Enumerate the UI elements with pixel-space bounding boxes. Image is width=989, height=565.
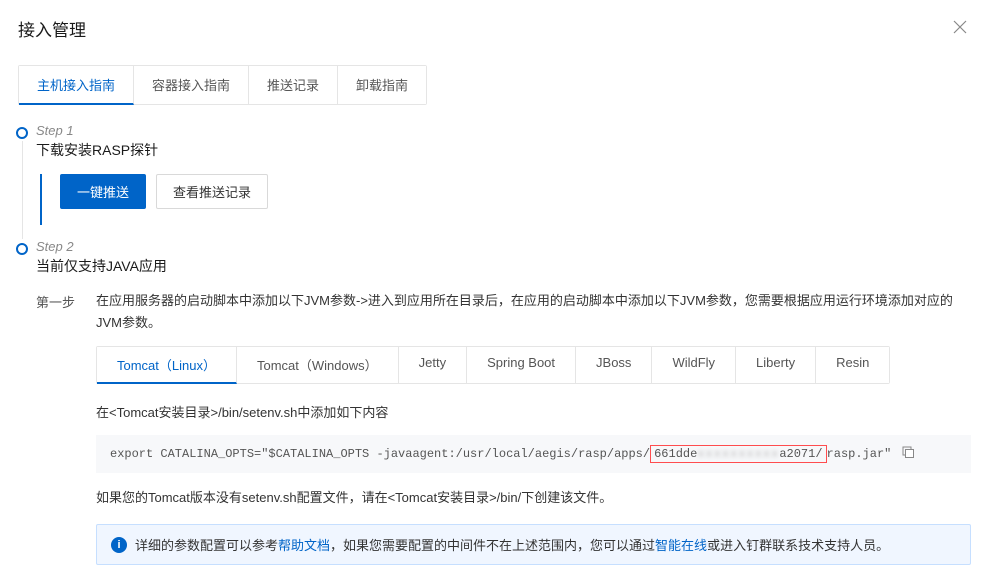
banner-text-after: 或进入钉群联系技术支持人员。	[707, 538, 889, 553]
step-1-title: Step 1	[36, 123, 971, 138]
tab-spring-boot[interactable]: Spring Boot	[467, 347, 576, 383]
info-banner: i 详细的参数配置可以参考帮助文档，如果您需要配置的中间件不在上述范围内，您可以…	[96, 524, 971, 565]
jvm-description: 在应用服务器的启动脚本中添加以下JVM参数->进入到应用所在目录后，在应用的启动…	[96, 290, 971, 334]
tab-tomcat-windows[interactable]: Tomcat（Windows）	[237, 347, 399, 383]
server-tabs: Tomcat（Linux） Tomcat（Windows） Jetty Spri…	[96, 346, 890, 384]
step-marker-icon	[16, 243, 28, 255]
step-marker-icon	[16, 127, 28, 139]
setenv-note: 如果您的Tomcat版本没有setenv.sh配置文件，请在<Tomcat安装目…	[96, 487, 971, 506]
banner-text-before: 详细的参数配置可以参考	[135, 538, 278, 553]
banner-text-mid: ，如果您需要配置的中间件不在上述范围内，您可以通过	[330, 538, 655, 553]
tab-jboss[interactable]: JBoss	[576, 347, 652, 383]
view-push-log-button[interactable]: 查看推送记录	[156, 174, 268, 209]
modal-title: 接入管理	[18, 16, 86, 41]
push-button[interactable]: 一键推送	[60, 174, 146, 209]
tab-tomcat-linux[interactable]: Tomcat（Linux）	[97, 347, 237, 384]
step-connector	[22, 141, 23, 239]
tab-uninstall-guide[interactable]: 卸载指南	[338, 66, 426, 104]
code-prefix: export CATALINA_OPTS="$CATALINA_OPTS -ja…	[110, 447, 650, 461]
tab-push-log[interactable]: 推送记录	[249, 66, 338, 104]
step-2-subtitle: 当前仅支持JAVA应用	[36, 256, 971, 276]
redacted-segment: 661ddexxxxxxxxxxa2071/	[650, 445, 826, 463]
smart-online-link[interactable]: 智能在线	[655, 538, 707, 553]
code-suffix: rasp.jar"	[827, 447, 892, 461]
tab-wildfly[interactable]: WildFly	[652, 347, 736, 383]
close-icon[interactable]	[949, 14, 971, 43]
code-block: export CATALINA_OPTS="$CATALINA_OPTS -ja…	[96, 435, 971, 473]
redact-blur: xxxxxxxxxx	[697, 447, 779, 461]
step-1-subtitle: 下载安装RASP探针	[36, 140, 971, 160]
step-1: Step 1 下载安装RASP探针 一键推送 查看推送记录	[18, 123, 971, 225]
tab-resin[interactable]: Resin	[816, 347, 889, 383]
setenv-instruction: 在<Tomcat安装目录>/bin/setenv.sh中添加如下内容	[96, 402, 971, 421]
tab-jetty[interactable]: Jetty	[399, 347, 467, 383]
help-doc-link[interactable]: 帮助文档	[278, 538, 330, 553]
tab-host-guide[interactable]: 主机接入指南	[19, 66, 134, 105]
info-icon: i	[111, 537, 127, 553]
tab-liberty[interactable]: Liberty	[736, 347, 816, 383]
substep-label: 第一步	[36, 290, 96, 565]
redact-right: a2071/	[779, 447, 822, 461]
tab-container-guide[interactable]: 容器接入指南	[134, 66, 249, 104]
top-tabs: 主机接入指南 容器接入指南 推送记录 卸载指南	[18, 65, 427, 105]
redact-left: 661dde	[654, 447, 697, 461]
step-2-title: Step 2	[36, 239, 971, 254]
step-2: Step 2 当前仅支持JAVA应用 第一步 在应用服务器的启动脚本中添加以下J…	[18, 239, 971, 565]
copy-icon[interactable]	[901, 445, 915, 463]
